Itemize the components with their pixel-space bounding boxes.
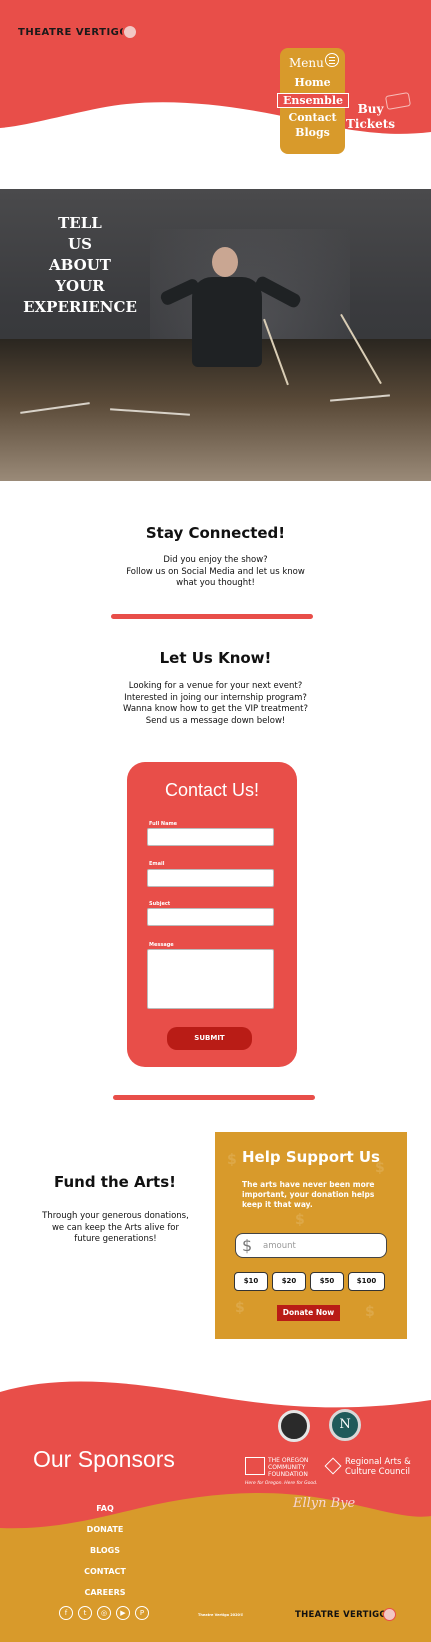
footer-link-blogs[interactable]: BLOGS [55,1546,155,1555]
conductor-figure [192,277,262,367]
preset-20-button[interactable]: $20 [272,1272,306,1291]
donation-amount-input[interactable]: $ amount [235,1233,387,1258]
let-us-know-text: Looking for a venue for your next event?… [0,681,431,727]
youtube-icon[interactable]: ▶ [116,1606,130,1620]
nav-item-blogs[interactable]: Blogs [280,126,345,139]
instagram-icon[interactable]: ◎ [97,1606,111,1620]
donation-text-line: The arts have never been more [242,1180,375,1189]
footer-link-faq[interactable]: FAQ [55,1504,155,1513]
fund-line: we can keep the Arts alive for [51,1222,180,1233]
stay-connected-line: Did you enjoy the show? [163,555,268,565]
sponsor-n-logo[interactable]: N [329,1409,361,1441]
hero-title-line: TELL [58,214,102,232]
dollar-pattern-icon: $ [295,1212,305,1228]
fund-text: Through your generous donations, we can … [33,1211,198,1246]
logo-ring-icon [122,24,139,40]
hero-banner: TELL US ABOUT YOUR EXPERIENCE [0,189,431,481]
stay-connected-line: what you thought! [176,578,255,588]
oregon-foundation-icon [245,1457,265,1475]
buy-tickets-line-2: Tickets [346,117,396,131]
section-divider [113,1095,315,1100]
nav-menu: Menu Home Ensemble Contact Blogs [277,48,349,154]
donation-text-line: keep it that way. [242,1200,313,1209]
let-us-know-line: Send us a message down below! [145,715,286,726]
submit-button[interactable]: SUBMIT [167,1027,252,1050]
donation-title: Help Support Us [242,1148,380,1166]
conductor-head [212,247,238,277]
full-name-label: Full Name [149,821,178,827]
nav-item-ensemble[interactable]: Ensemble [277,93,349,108]
site-header: THEATRE VERTIGO Menu Home Ensemble Conta… [0,0,431,175]
nav-item-home[interactable]: Home [280,76,345,89]
subject-label: Subject [149,901,171,907]
menu-title[interactable]: Menu [289,56,324,70]
nav-item-contact[interactable]: Contact [280,111,345,124]
amount-placeholder: amount [263,1241,296,1251]
footer-link-donate[interactable]: DONATE [55,1525,155,1534]
let-us-know-title: Let Us Know! [159,649,272,667]
contact-form: Contact Us! Full Name Email Subject Mess… [127,762,297,1067]
stay-connected-line: Follow us on Social Media and let us kno… [126,566,305,577]
message-field[interactable] [147,949,274,1009]
fund-title: Fund the Arts! [53,1173,176,1191]
preset-10-button[interactable]: $10 [234,1272,268,1291]
preset-100-button[interactable]: $100 [348,1272,385,1291]
donation-text-line: important, your donation helps [242,1190,375,1199]
oregon-foundation-logo[interactable]: THE OREGON COMMUNITY FOUNDATION [268,1457,308,1478]
donate-now-button[interactable]: Donate Now [277,1305,340,1321]
let-us-know-line: Interested in joing our internship progr… [124,692,307,703]
oregon-foundation-line: THE OREGON [268,1457,309,1464]
donation-text: The arts have never been more important,… [242,1180,392,1210]
hero-title-line: ABOUT [49,256,111,274]
stay-connected-text: Did you enjoy the show? Follow us on Soc… [0,555,431,590]
oregon-foundation-tagline: Here for Oregon. Here for Good. [245,1481,318,1486]
oregon-foundation-line: COMMUNITY [268,1464,306,1471]
site-footer: Our Sponsors N THE OREGON COMMUNITY FOUN… [0,1380,431,1642]
dollar-pattern-icon: $ [235,1300,245,1316]
hero-title-line: EXPERIENCE [23,298,137,316]
sponsor-badge-logo[interactable] [278,1410,310,1442]
footer-logo[interactable]: THEATRE VERTIGO [295,1608,396,1621]
dollar-pattern-icon: $ [365,1304,375,1320]
full-name-field[interactable] [147,828,274,846]
site-logo[interactable]: THEATRE VERTIGO [18,24,139,40]
donation-panel: $ $ $ $ $ Help Support Us The arts have … [215,1132,407,1339]
subject-field[interactable] [147,908,274,926]
contact-form-title: Contact Us! [164,780,260,800]
section-divider [111,614,313,619]
let-us-know-line: Wanna know how to get the VIP treatment? [122,704,308,714]
oregon-foundation-line: FOUNDATION [268,1471,308,1478]
preset-50-button[interactable]: $50 [310,1272,344,1291]
hero-title-line: YOUR [55,277,105,295]
racc-line: Culture Council [345,1466,410,1477]
twitter-icon[interactable]: t [78,1606,92,1620]
facebook-icon[interactable]: f [59,1606,73,1620]
stay-connected-title: Stay Connected! [145,524,286,542]
fund-line: Through your generous donations, [42,1211,189,1221]
logo-ring-icon [382,1608,396,1621]
ellyn-bye-signature: Ellyn Bye [293,1496,356,1511]
hero-title: TELL US ABOUT YOUR EXPERIENCE [18,213,142,318]
email-label: Email [149,861,165,867]
dollar-icon: $ [242,1236,253,1255]
patreon-icon[interactable]: P [135,1606,149,1620]
racc-logo[interactable]: Regional Arts & Culture Council [345,1457,411,1477]
hero-title-line: US [68,235,92,253]
let-us-know-line: Looking for a venue for your next event? [128,681,303,691]
sponsors-title: Our Sponsors [33,1446,175,1472]
email-field[interactable] [147,869,274,887]
message-label: Message [149,942,174,948]
footer-link-contact[interactable]: CONTACT [55,1567,155,1576]
copyright-text: Theatre Vertigo 2020© [198,1613,244,1617]
fund-line: future generations! [74,1234,157,1244]
footer-link-careers[interactable]: CAREERS [55,1588,155,1597]
menu-icon[interactable] [325,53,339,67]
